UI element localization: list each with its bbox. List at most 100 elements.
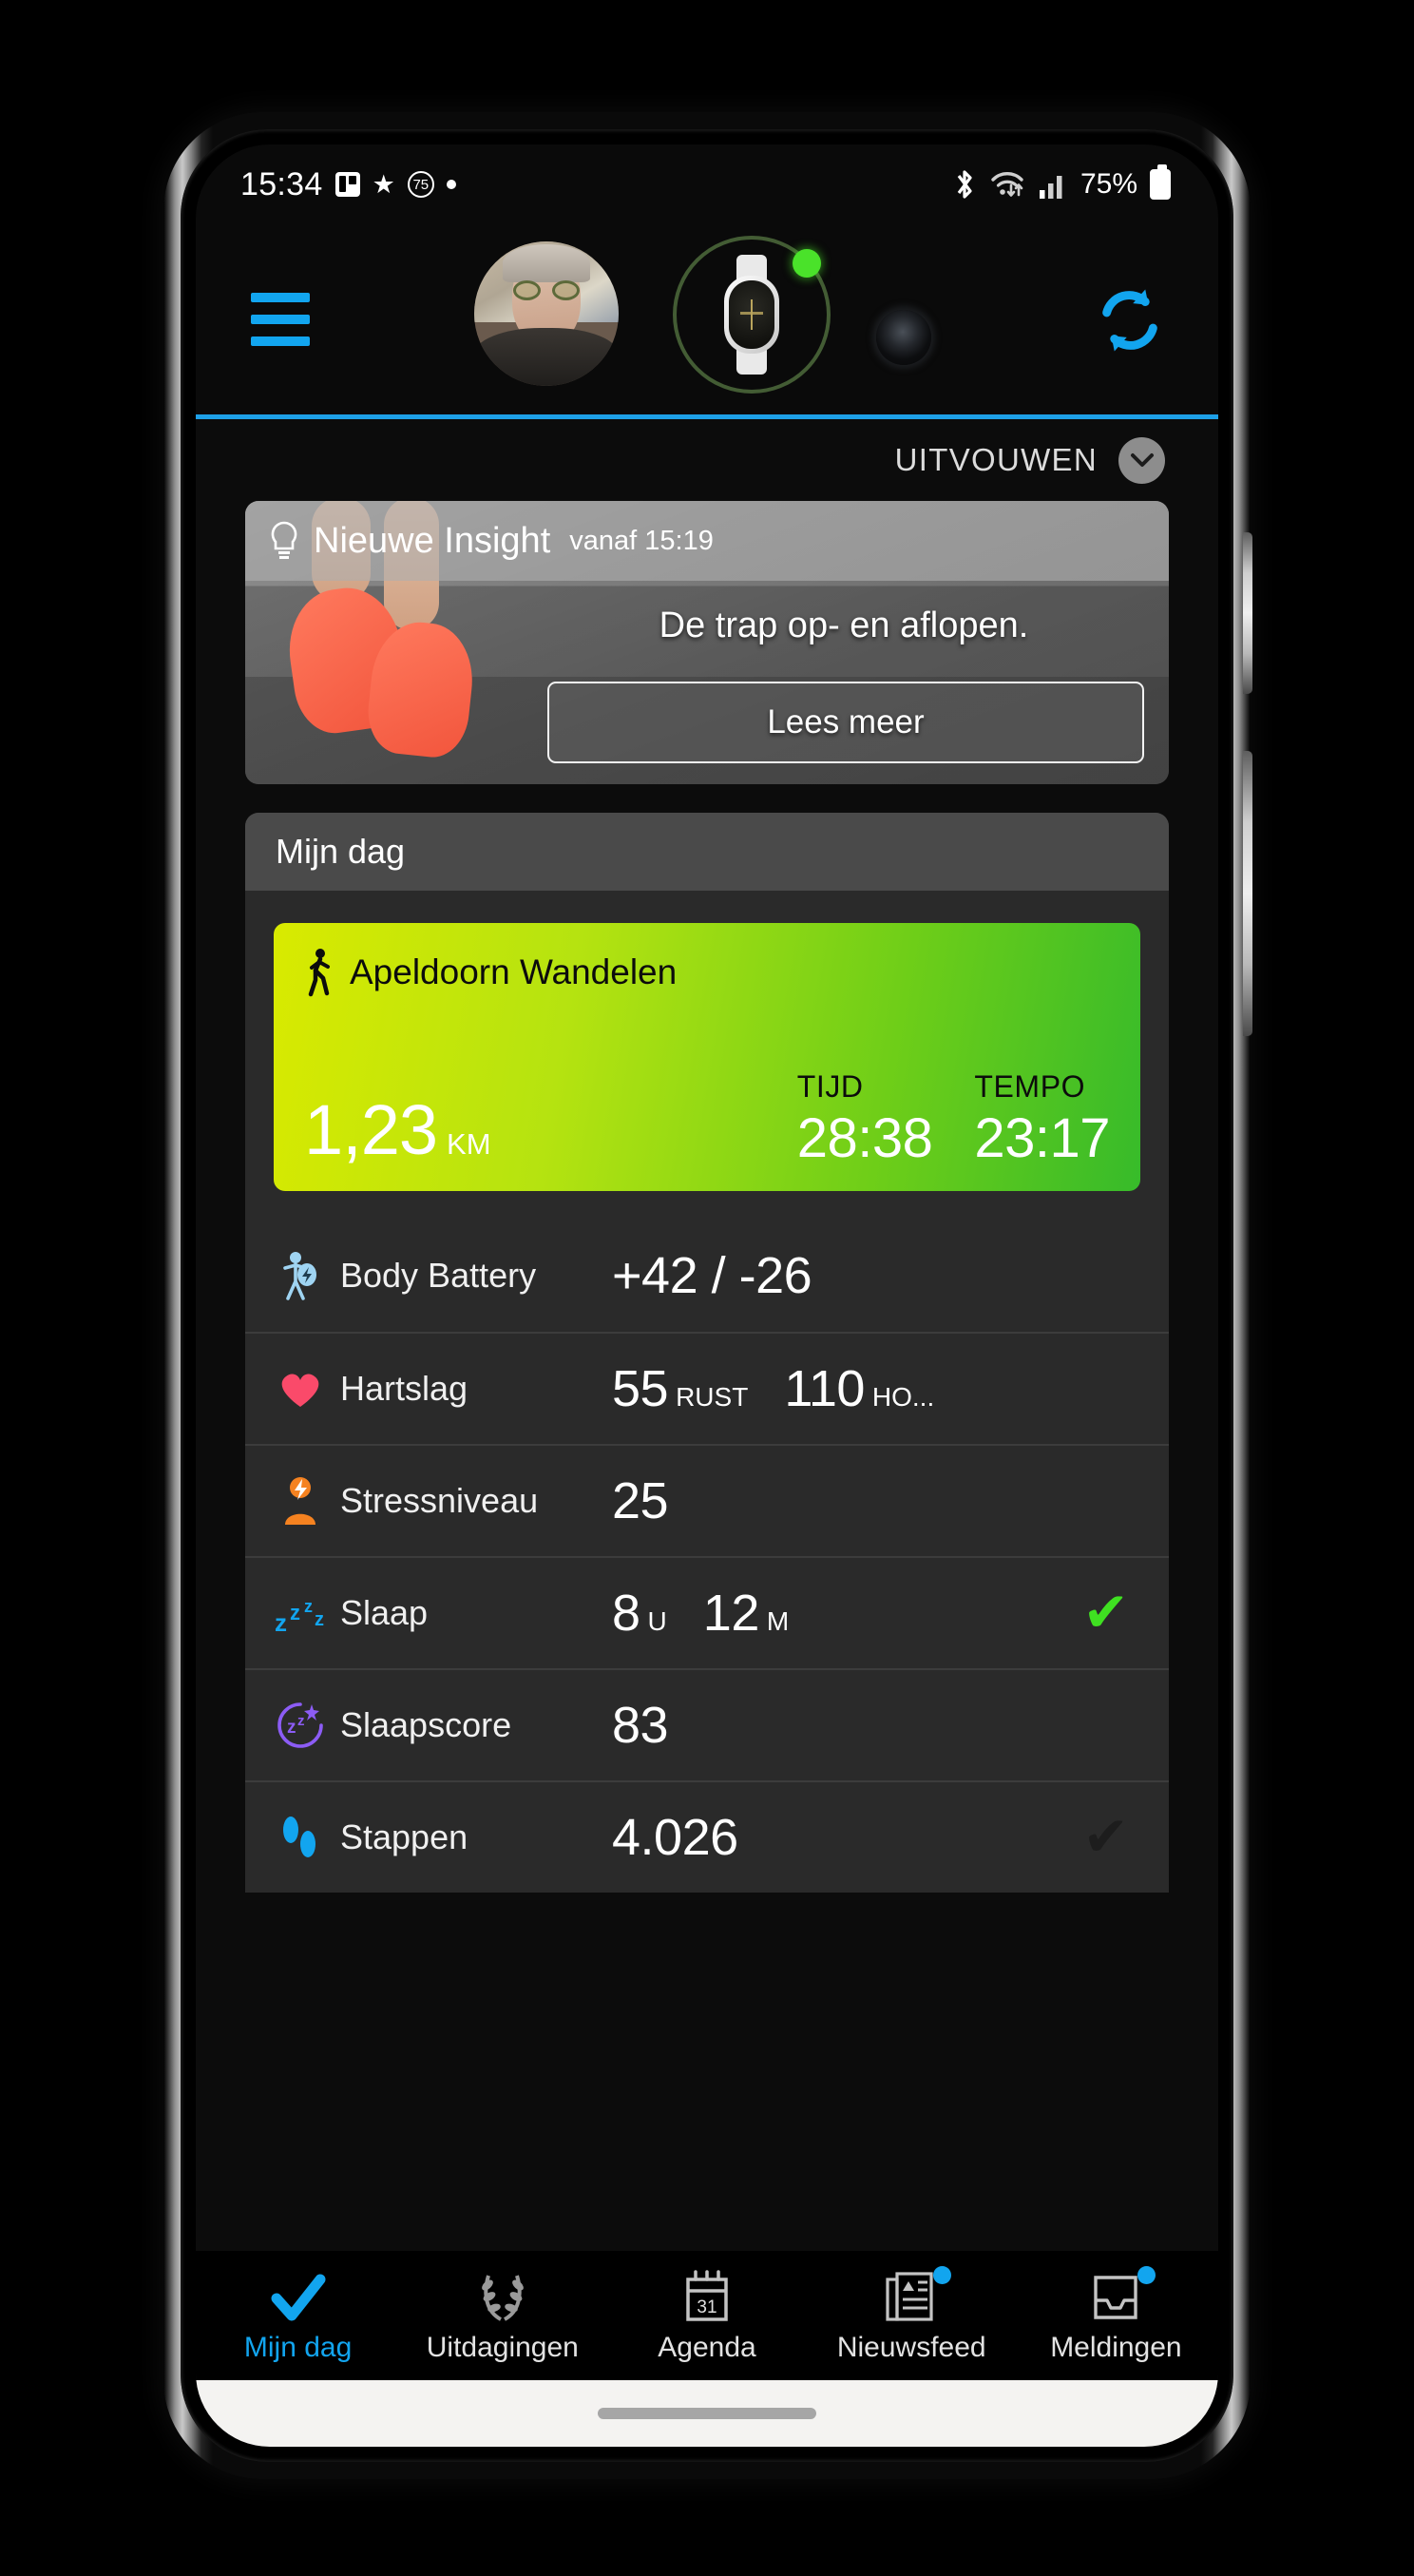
watch-graphic bbox=[724, 255, 779, 375]
insight-body-text: De trap op- en aflopen. bbox=[659, 606, 1029, 645]
insight-card[interactable]: Nieuwe Insight vanaf 15:19 De trap op- e… bbox=[245, 501, 1169, 784]
metric-label: Slaap bbox=[340, 1593, 429, 1632]
svg-text:z: z bbox=[275, 1608, 287, 1635]
metric-value: +42 / -26 bbox=[612, 1247, 812, 1304]
nav-item-nieuwsfeed[interactable]: Nieuwsfeed bbox=[810, 2265, 1014, 2364]
sync-refresh-icon[interactable] bbox=[1093, 283, 1167, 357]
table-row[interactable]: Body Battery +42 / -26 bbox=[245, 1220, 1169, 1332]
table-row[interactable]: Hartslag 55 RUST 110 HO... bbox=[245, 1332, 1169, 1444]
nav-label: Meldingen bbox=[1050, 2331, 1182, 2363]
nav-label: Agenda bbox=[658, 2331, 756, 2363]
metric-value: 55 bbox=[612, 1360, 669, 1417]
table-row[interactable]: Stappen 4.026 ✔ bbox=[245, 1780, 1169, 1893]
metric-value: 8 bbox=[612, 1585, 640, 1642]
battery-icon bbox=[1150, 164, 1171, 200]
svg-text:31: 31 bbox=[697, 2297, 717, 2317]
status-bar: 15:34 ★ 75 75% bbox=[196, 144, 1218, 224]
metric-value: 12 bbox=[702, 1585, 760, 1642]
svg-text:z: z bbox=[290, 1601, 300, 1624]
app-header bbox=[196, 224, 1218, 416]
front-camera-punchhole bbox=[876, 310, 931, 365]
volume-button[interactable] bbox=[1243, 532, 1252, 694]
phone-screen: 15:34 ★ 75 75% UITVOUWEN Nieuwe Insight … bbox=[196, 144, 1218, 2447]
heart-icon bbox=[274, 1367, 327, 1411]
activity-stat-pace: TEMPO 23:17 bbox=[974, 1069, 1110, 1170]
metrics-list: Body Battery +42 / -26 Hartslag 55 RUST bbox=[245, 1220, 1169, 1893]
activity-card-wrap: Apeldoorn Wandelen 1,23 KM TIJD 28:38 TE… bbox=[245, 891, 1169, 1220]
metric-value: 83 bbox=[612, 1697, 669, 1754]
metric-values: 83 bbox=[612, 1696, 669, 1755]
stat-label: TIJD bbox=[796, 1069, 864, 1104]
metric-value: 110 bbox=[784, 1360, 865, 1417]
status-time: 15:34 bbox=[240, 165, 323, 202]
activity-distance: 1,23 KM bbox=[304, 1089, 491, 1170]
insight-time: vanaf 15:19 bbox=[569, 525, 714, 556]
newspaper-icon bbox=[884, 2265, 952, 2323]
nav-label: Mijn dag bbox=[243, 2331, 353, 2363]
checkmark-icon bbox=[271, 2268, 326, 2323]
activity-stat-time: TIJD 28:38 bbox=[797, 1069, 933, 1170]
nav-label: Uitdagingen bbox=[426, 2331, 579, 2363]
svg-text:z: z bbox=[315, 1609, 324, 1630]
gesture-navigation-bar bbox=[196, 2380, 1218, 2447]
power-button[interactable] bbox=[1243, 751, 1252, 1036]
dot-icon bbox=[446, 180, 456, 189]
myday-title: Mijn dag bbox=[276, 832, 406, 871]
metric-value: 25 bbox=[612, 1472, 669, 1529]
status-check-icon: ✔ bbox=[1082, 1582, 1129, 1644]
sleep-score-icon: z z bbox=[274, 1701, 327, 1750]
notification-badge bbox=[1137, 2265, 1156, 2284]
nav-item-uitdagingen[interactable]: Uitdagingen bbox=[400, 2268, 604, 2364]
nav-item-meldingen[interactable]: Meldingen bbox=[1014, 2265, 1218, 2364]
bottom-navigation: Mijn dag Uitdagingen 31 Agenda Nieuwsfee… bbox=[196, 2251, 1218, 2380]
metric-unit: HO... bbox=[871, 1382, 935, 1412]
header-divider bbox=[196, 414, 1218, 419]
insight-header: Nieuwe Insight vanaf 15:19 bbox=[245, 501, 1169, 581]
calendar-icon: 31 bbox=[680, 2268, 734, 2323]
expand-row[interactable]: UITVOUWEN bbox=[196, 419, 1218, 501]
table-row[interactable]: Stressniveau 25 bbox=[245, 1444, 1169, 1556]
metric-values: +42 / -26 bbox=[612, 1246, 812, 1305]
star-icon: ★ bbox=[372, 169, 395, 199]
metric-unit: U bbox=[647, 1606, 667, 1636]
status-bar-right: 75% bbox=[952, 164, 1218, 201]
notification-badge bbox=[933, 2265, 952, 2284]
metric-unit: M bbox=[766, 1606, 790, 1636]
svg-text:z: z bbox=[287, 1718, 296, 1738]
inbox-icon bbox=[1088, 2265, 1156, 2323]
svg-text:z: z bbox=[297, 1713, 305, 1729]
lightbulb-icon bbox=[271, 521, 297, 559]
nav-item-mijn-dag[interactable]: Mijn dag bbox=[196, 2268, 400, 2364]
read-more-button[interactable]: Lees meer bbox=[547, 682, 1144, 763]
metric-label: Stressniveau bbox=[340, 1481, 539, 1520]
stat-value: 23:17 bbox=[974, 1107, 1110, 1169]
nav-item-agenda[interactable]: 31 Agenda bbox=[604, 2268, 809, 2364]
metric-values: 55 RUST 110 HO... bbox=[612, 1359, 934, 1418]
activity-name: Apeldoorn Wandelen bbox=[350, 952, 678, 991]
battery-percent: 75% bbox=[1080, 168, 1137, 200]
activity-header: Apeldoorn Wandelen bbox=[304, 948, 1110, 997]
gesture-handle[interactable] bbox=[598, 2408, 816, 2419]
chevron-down-icon[interactable] bbox=[1118, 436, 1165, 484]
user-avatar[interactable] bbox=[474, 241, 619, 386]
hamburger-menu-icon[interactable] bbox=[251, 293, 310, 346]
smartwatch-device[interactable] bbox=[673, 236, 831, 394]
screenshot-root: 15:34 ★ 75 75% UITVOUWEN Nieuwe Insight … bbox=[0, 0, 1414, 2576]
distance-value: 1,23 bbox=[304, 1090, 438, 1169]
scroll-content: UITVOUWEN Nieuwe Insight vanaf 15:19 De … bbox=[196, 419, 1218, 2447]
metric-unit: RUST bbox=[676, 1382, 749, 1412]
metric-label: Slaapscore bbox=[340, 1705, 512, 1744]
device-status-indicator bbox=[793, 249, 821, 278]
table-row[interactable]: z z Slaapscore 83 bbox=[245, 1668, 1169, 1780]
myday-panel: Mijn dag Apeldoorn Wandelen 1,23 KM TIJD… bbox=[245, 813, 1169, 1220]
metric-values: 8 U 12 M bbox=[612, 1584, 789, 1643]
expand-label: UITVOUWEN bbox=[894, 442, 1098, 477]
stress-person-icon bbox=[274, 1475, 327, 1527]
circle-75-icon: 75 bbox=[407, 171, 434, 198]
table-row[interactable]: z z z z Slaap 8 U 12 M ✔ bbox=[245, 1556, 1169, 1668]
walking-person-icon bbox=[308, 949, 330, 997]
bluetooth-icon bbox=[957, 170, 972, 199]
laurel-wreath-icon bbox=[475, 2268, 530, 2323]
activity-card[interactable]: Apeldoorn Wandelen 1,23 KM TIJD 28:38 TE… bbox=[274, 923, 1140, 1191]
metric-values: 4.026 bbox=[612, 1808, 738, 1867]
